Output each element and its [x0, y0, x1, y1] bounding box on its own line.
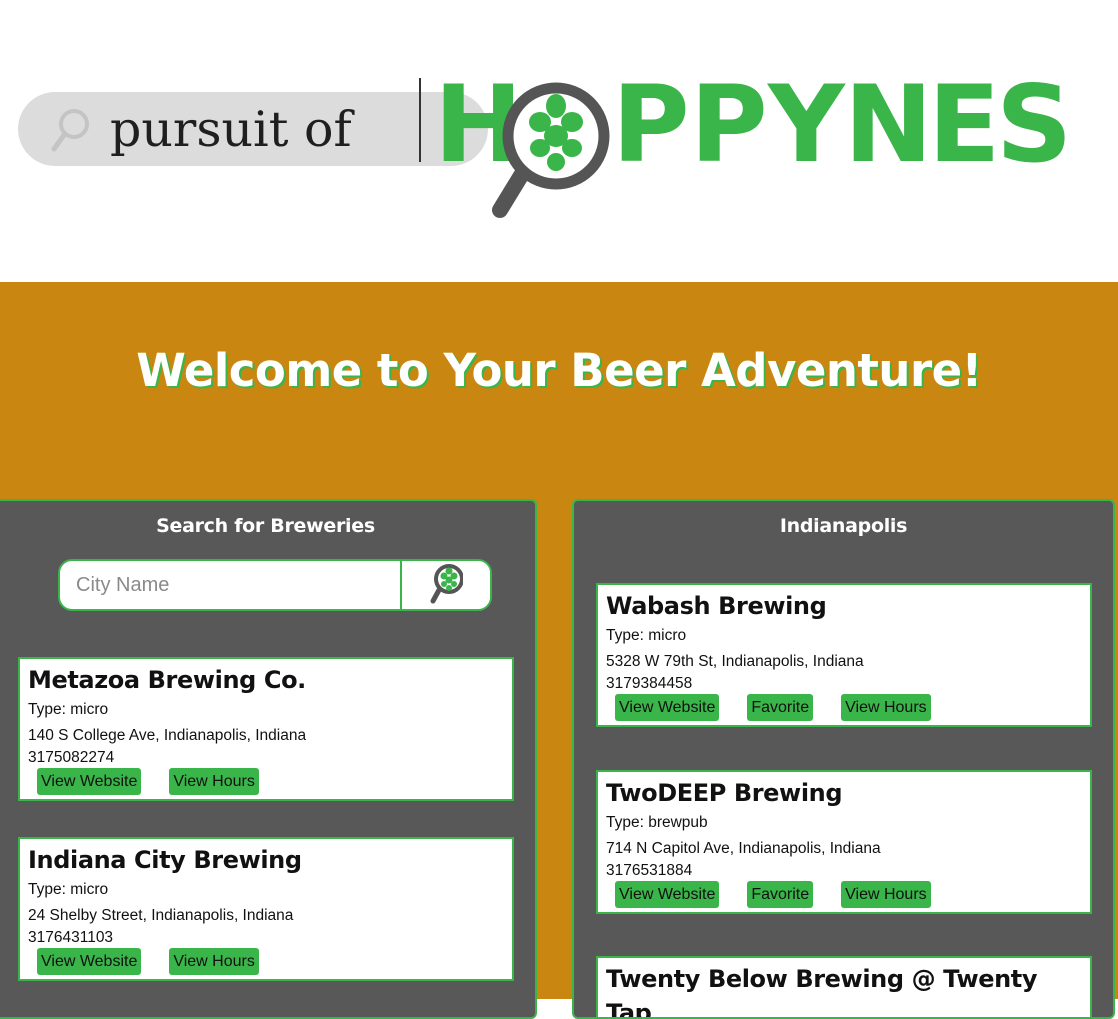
view-hours-button[interactable]: View Hours: [169, 768, 259, 795]
view-website-button[interactable]: View Website: [615, 881, 720, 908]
logo-prefix-text: pursuit of: [110, 101, 352, 158]
brewery-phone: 3179384458: [606, 675, 693, 692]
city-search-input[interactable]: [60, 561, 400, 609]
brewery-phone: 3176431103: [28, 929, 114, 946]
search-button[interactable]: [400, 561, 490, 609]
brewery-address: 714 N Capitol Ave, Indianapolis, Indiana: [606, 839, 881, 857]
brewery-card: Indiana City Brewing Type: micro 24 Shel…: [18, 837, 514, 981]
logo-letter: E: [928, 63, 1000, 186]
brewery-name: Indiana City Brewing: [28, 846, 302, 874]
brewery-name: Wabash Brewing: [606, 592, 827, 620]
hop-magnifier-icon: [430, 564, 463, 604]
logo-cursor-divider: [419, 78, 421, 162]
search-panel: Search for Breweries Metazoa Brewing Co.…: [0, 499, 537, 1019]
logo-letter: P: [690, 63, 768, 186]
magnifier-icon: [51, 109, 89, 152]
brewery-address: 140 S College Ave, Indianapolis, Indiana: [28, 726, 307, 744]
brewery-phone: 3175082274: [28, 749, 115, 766]
view-website-button[interactable]: View Website: [37, 768, 142, 795]
site-header: pursuit of H P P Y N E S: [0, 0, 1118, 282]
favorite-button[interactable]: Favorite: [747, 881, 814, 908]
brewery-type: Type: brewpub: [606, 814, 708, 831]
brewery-type: Type: micro: [28, 881, 109, 898]
view-hours-button[interactable]: View Hours: [841, 694, 931, 721]
logo-letter: S: [996, 63, 1072, 186]
view-website-button[interactable]: View Website: [37, 948, 142, 975]
brewery-card: TwoDEEP Brewing Type: brewpub 714 N Capi…: [596, 770, 1092, 914]
brewery-address: 5328 W 79th St, Indianapolis, Indiana: [606, 652, 864, 670]
search-panel-title: Search for Breweries: [156, 515, 375, 537]
brewery-address: 24 Shelby Street, Indianapolis, Indiana: [28, 906, 294, 924]
view-hours-button[interactable]: View Hours: [169, 948, 259, 975]
favorite-button[interactable]: Favorite: [747, 694, 814, 721]
brewery-card: Metazoa Brewing Co. Type: micro 140 S Co…: [18, 657, 514, 801]
welcome-heading: Welcome to Your Beer Adventure!: [136, 344, 982, 397]
view-hours-button[interactable]: View Hours: [841, 881, 931, 908]
brewery-card: Wabash Brewing Type: micro 5328 W 79th S…: [596, 583, 1092, 727]
brewery-card: Twenty Below Brewing @ Twenty Tap: [596, 956, 1092, 1019]
brewery-phone: 3176531884: [606, 862, 693, 879]
logo-letter: P: [612, 63, 690, 186]
brewery-type: Type: micro: [28, 701, 109, 718]
logo-letter: Y: [768, 63, 845, 186]
brewery-name: Twenty Below Brewing @ Twenty Tap: [606, 965, 1038, 1019]
logo-letter: N: [844, 63, 933, 186]
city-search-form: [58, 559, 492, 611]
hop-magnifier-logo-icon: [492, 82, 610, 218]
brewery-name: TwoDEEP Brewing: [606, 779, 843, 807]
city-panel-title: Indianapolis: [779, 515, 908, 537]
brewery-name: Metazoa Brewing Co.: [28, 666, 306, 694]
view-website-button[interactable]: View Website: [615, 694, 720, 721]
city-results-panel: Indianapolis Wabash Brewing Type: micro …: [572, 499, 1115, 1019]
brewery-type: Type: micro: [606, 627, 687, 644]
